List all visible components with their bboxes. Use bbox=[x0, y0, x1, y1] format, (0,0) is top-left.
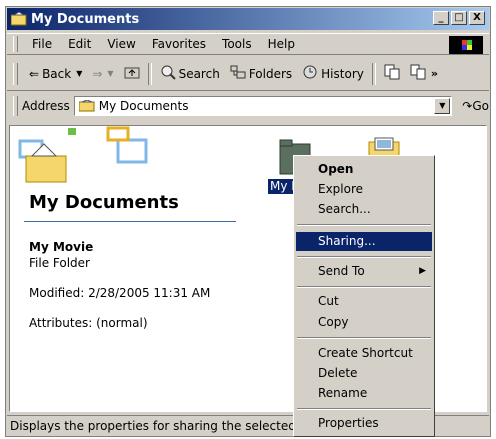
up-button[interactable] bbox=[119, 65, 145, 82]
menu-tools[interactable]: Tools bbox=[214, 37, 260, 51]
move-to-icon bbox=[384, 64, 400, 83]
ctx-send-to[interactable]: Send To ▶ bbox=[296, 262, 432, 281]
maximize-button[interactable]: □ bbox=[451, 11, 467, 25]
history-label: History bbox=[321, 66, 364, 81]
folders-label: Folders bbox=[248, 66, 293, 81]
go-label: Go bbox=[472, 99, 489, 113]
menu-grip bbox=[13, 36, 18, 52]
forward-arrow-icon: ⇒ bbox=[92, 66, 103, 81]
ctx-cut[interactable]: Cut bbox=[296, 292, 432, 311]
history-button[interactable]: History bbox=[297, 64, 369, 83]
chevron-more-icon[interactable]: » bbox=[431, 67, 438, 80]
folders-icon bbox=[230, 65, 246, 82]
selected-item-attributes: Attributes: (normal) bbox=[29, 316, 148, 330]
toolbar-separator bbox=[371, 62, 376, 85]
ctx-properties[interactable]: Properties bbox=[296, 414, 432, 433]
copy-to-button[interactable] bbox=[405, 64, 431, 83]
up-folder-icon bbox=[124, 65, 140, 82]
ctx-sharing[interactable]: Sharing... bbox=[296, 232, 432, 251]
folders-button[interactable]: Folders bbox=[225, 65, 297, 82]
toolbar-separator bbox=[147, 62, 152, 85]
dropdown-arrow-icon: ▼ bbox=[107, 69, 114, 78]
ctx-separator bbox=[297, 224, 431, 226]
ctx-explore[interactable]: Explore bbox=[296, 180, 432, 199]
windows-logo-icon bbox=[449, 36, 483, 54]
dropdown-arrow-icon[interactable]: ▼ bbox=[76, 69, 82, 78]
folder-banner-graphic bbox=[18, 126, 148, 183]
ctx-separator bbox=[297, 337, 431, 339]
move-to-button[interactable] bbox=[379, 64, 405, 83]
title-bar[interactable]: My Documents _ □ X bbox=[7, 8, 489, 30]
ctx-create-shortcut[interactable]: Create Shortcut bbox=[296, 344, 432, 363]
address-input[interactable]: My Documents ▼ bbox=[73, 96, 453, 116]
submenu-arrow-icon: ▶ bbox=[419, 266, 426, 276]
ctx-delete[interactable]: Delete bbox=[296, 364, 432, 383]
address-label: Address bbox=[21, 99, 70, 113]
ctx-open[interactable]: Open bbox=[296, 160, 432, 179]
selected-item-modified: Modified: 2/28/2005 11:31 AM bbox=[29, 286, 211, 300]
search-label: Search bbox=[178, 66, 220, 81]
address-dropdown-button[interactable]: ▼ bbox=[434, 98, 451, 114]
folder-icon bbox=[78, 99, 95, 112]
ctx-send-to-label: Send To bbox=[318, 264, 365, 278]
back-arrow-icon: ⇐ bbox=[29, 66, 40, 81]
forward-button[interactable]: ⇒ ▼ bbox=[87, 67, 118, 81]
search-icon bbox=[160, 64, 176, 83]
folder-icon bbox=[10, 11, 27, 26]
copy-to-icon bbox=[410, 64, 426, 83]
go-arrow-icon: ↷ bbox=[462, 99, 473, 113]
ctx-search[interactable]: Search... bbox=[296, 200, 432, 219]
context-menu: Open Explore Search... Sharing... Send T… bbox=[293, 155, 435, 437]
search-button[interactable]: Search bbox=[155, 64, 225, 83]
menu-favorites[interactable]: Favorites bbox=[144, 37, 214, 51]
history-icon bbox=[302, 64, 318, 83]
menu-help[interactable]: Help bbox=[260, 37, 303, 51]
menu-file[interactable]: File bbox=[24, 37, 60, 51]
ctx-rename[interactable]: Rename bbox=[296, 384, 432, 403]
back-label: Back bbox=[42, 66, 72, 81]
ctx-separator bbox=[297, 256, 431, 258]
ctx-separator bbox=[297, 286, 431, 288]
go-button[interactable]: ↷ Go bbox=[462, 99, 489, 113]
menu-view[interactable]: View bbox=[99, 37, 143, 51]
back-button[interactable]: ⇐ Back ▼ bbox=[24, 67, 87, 81]
address-value: My Documents bbox=[98, 99, 189, 113]
toolbar-grip bbox=[13, 62, 18, 85]
ctx-copy[interactable]: Copy bbox=[296, 313, 432, 332]
window-title: My Documents bbox=[31, 11, 140, 27]
ctx-separator bbox=[297, 408, 431, 410]
page-title: My Documents bbox=[29, 192, 179, 213]
address-grip bbox=[13, 96, 18, 116]
selected-item-type: File Folder bbox=[29, 256, 90, 270]
menu-bar: File Edit View Favorites Tools Help bbox=[7, 33, 489, 55]
menu-edit[interactable]: Edit bbox=[60, 37, 99, 51]
close-button[interactable]: X bbox=[469, 11, 485, 25]
address-bar: Address My Documents ▼ ↷ Go bbox=[7, 93, 489, 119]
minimize-button[interactable]: _ bbox=[433, 11, 449, 25]
standard-toolbar: ⇐ Back ▼ ⇒ ▼ Search Folders History » bbox=[7, 57, 489, 91]
selected-item-name: My Movie bbox=[29, 240, 94, 254]
title-divider bbox=[24, 221, 236, 222]
